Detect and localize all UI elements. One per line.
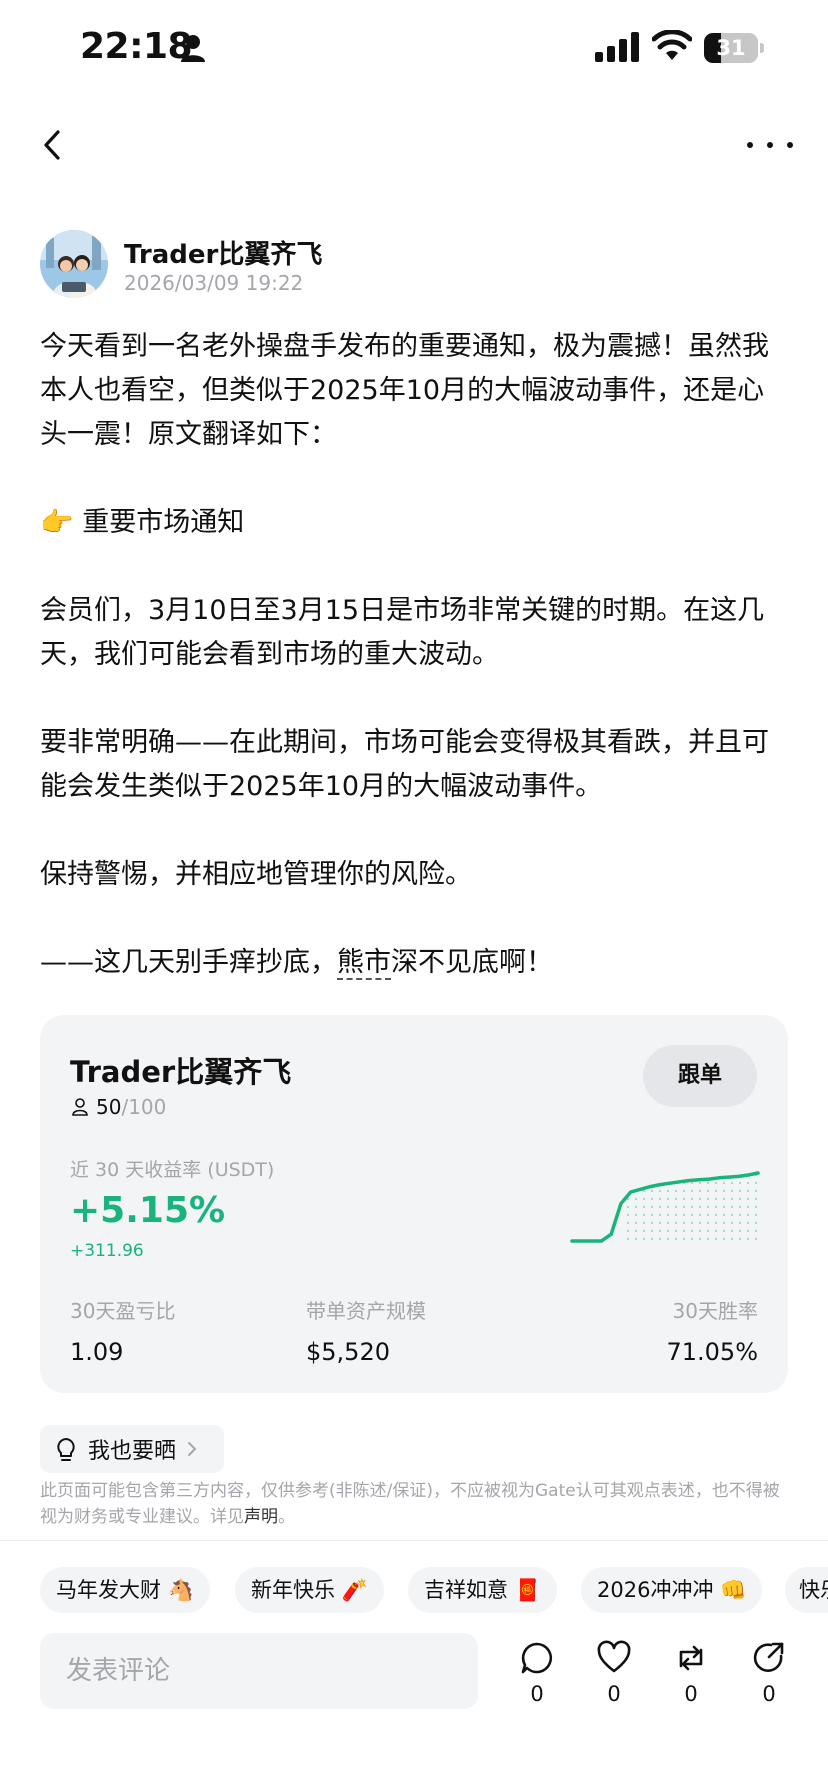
chip-2026[interactable]: 2026冲冲冲 👊 bbox=[581, 1567, 763, 1613]
comment-input[interactable] bbox=[40, 1633, 478, 1709]
roi-percent: +5.15% bbox=[70, 1190, 226, 1231]
roi-absolute: +311.96 bbox=[70, 1241, 144, 1261]
nav-bar bbox=[0, 110, 828, 180]
heart-icon bbox=[597, 1640, 631, 1673]
stat-pnl-ratio: 30天盈亏比 1.09 bbox=[70, 1295, 175, 1366]
copy-trade-button[interactable]: 跟单 bbox=[643, 1045, 757, 1107]
comment-icon bbox=[521, 1642, 553, 1674]
trader-card[interactable]: Trader比翼齐飞 50/100 跟单 近 30 天收益率 (USDT) +5… bbox=[40, 1015, 788, 1393]
author-name[interactable]: Trader比翼齐飞 bbox=[124, 234, 322, 271]
closing-text-b: 深不见底啊！ bbox=[391, 947, 553, 978]
roi-sparkline-chart bbox=[570, 1171, 760, 1243]
stat-value: 1.09 bbox=[70, 1338, 124, 1366]
back-button[interactable] bbox=[30, 120, 80, 170]
chip-horse-year[interactable]: 马年发大财 🐴 bbox=[40, 1567, 210, 1613]
repost-count: 0 bbox=[684, 1682, 698, 1706]
avatar[interactable] bbox=[40, 230, 108, 298]
battery-cap bbox=[760, 43, 764, 53]
share-mine-label: 我也要晒 bbox=[88, 1439, 177, 1464]
post-paragraph-closing: ——这几天别手痒抄底，熊市深不见底啊！ bbox=[40, 941, 790, 985]
post-paragraph-risk: 保持警惕，并相应地管理你的风险。 bbox=[40, 859, 472, 890]
post-paragraph-members: 会员们，3月10日至3月15日是市场非常关键的时期。在这几天，我们可能会看到市场… bbox=[40, 595, 765, 670]
disclaimer-link[interactable]: 声明 bbox=[244, 1507, 278, 1527]
stat-label: 带单资产规模 bbox=[306, 1299, 426, 1323]
battery-indicator: 31 bbox=[704, 33, 758, 63]
disclaimer-end: 。 bbox=[278, 1507, 295, 1527]
comment-count: 0 bbox=[530, 1682, 544, 1706]
sparkline-area bbox=[620, 1173, 758, 1243]
stat-label: 30天胜率 bbox=[672, 1299, 758, 1323]
wifi-icon bbox=[652, 30, 692, 60]
share-button[interactable]: 0 bbox=[744, 1640, 794, 1710]
like-count: 0 bbox=[607, 1682, 621, 1706]
share-mine-button[interactable]: 我也要晒 bbox=[40, 1425, 224, 1473]
stat-value: 71.05% bbox=[666, 1338, 758, 1366]
battery-level-text: 31 bbox=[716, 36, 746, 60]
share-icon bbox=[753, 1642, 784, 1672]
user-icon bbox=[72, 1098, 88, 1116]
chip-auspicious[interactable]: 吉祥如意 🧧 bbox=[408, 1567, 557, 1613]
comment-button[interactable]: 0 bbox=[512, 1640, 562, 1710]
status-time: 22:18 bbox=[80, 26, 193, 67]
repost-button[interactable]: 0 bbox=[666, 1640, 716, 1710]
stat-win-rate: 30天胜率 71.05% bbox=[666, 1295, 758, 1366]
post-body: 今天看到一名老外操盘手发布的重要通知，极为震撼！虽然我本人也看空，但类似于202… bbox=[40, 325, 790, 985]
author-header[interactable]: Trader比翼齐飞 2026/03/09 19:22 bbox=[40, 230, 800, 300]
stat-aum: 带单资产规模 $5,520 bbox=[306, 1295, 426, 1366]
trader-name: Trader比翼齐飞 bbox=[70, 1055, 292, 1089]
repost-icon bbox=[679, 1645, 703, 1671]
bear-market-link[interactable]: 熊市 bbox=[337, 947, 391, 980]
chip-happy[interactable]: 快乐 bbox=[785, 1567, 828, 1613]
more-horizontal-icon bbox=[747, 142, 793, 148]
roi-label: 近 30 天收益率 (USDT) bbox=[70, 1159, 275, 1181]
chevron-left-icon bbox=[44, 130, 60, 160]
status-bar: 22:18 31 bbox=[0, 0, 828, 100]
lightbulb-icon bbox=[57, 1438, 75, 1461]
cellular-signal-icon bbox=[595, 32, 639, 62]
chip-new-year[interactable]: 新年快乐 🧨 bbox=[235, 1567, 384, 1613]
more-button[interactable] bbox=[740, 125, 800, 165]
stat-value: $5,520 bbox=[306, 1338, 390, 1366]
followers-current: 50 bbox=[96, 1095, 122, 1119]
closing-text-a: ——这几天别手痒抄底， bbox=[40, 947, 337, 978]
followers-max: /100 bbox=[121, 1095, 167, 1119]
person-icon bbox=[181, 35, 205, 62]
post-paragraph-title: 👉 重要市场通知 bbox=[40, 501, 790, 545]
share-count: 0 bbox=[762, 1682, 776, 1706]
avatar-image bbox=[40, 230, 108, 298]
notice-title: 重要市场通知 bbox=[82, 507, 245, 538]
post-paragraph-warning: 要非常明确——在此期间，市场可能会变得极其看跌，并且可能会发生类似于2025年1… bbox=[40, 727, 769, 802]
post-paragraph-intro: 今天看到一名老外操盘手发布的重要通知，极为震撼！虽然我本人也看空，但类似于202… bbox=[40, 331, 769, 450]
follower-count: 50/100 bbox=[70, 1095, 166, 1119]
disclaimer: 此页面可能包含第三方内容，仅供参考(非陈述/保证)，不应被视为Gate认可其观点… bbox=[40, 1478, 780, 1530]
pointing-hand-icon: 👉 bbox=[40, 507, 74, 538]
stat-label: 30天盈亏比 bbox=[70, 1299, 176, 1323]
like-button[interactable]: 0 bbox=[589, 1640, 639, 1710]
divider bbox=[0, 1540, 828, 1541]
chevron-right-icon bbox=[188, 1442, 197, 1456]
post-timestamp: 2026/03/09 19:22 bbox=[124, 271, 304, 295]
disclaimer-text: 此页面可能包含第三方内容，仅供参考(非陈述/保证)，不应被视为Gate认可其观点… bbox=[40, 1481, 780, 1527]
